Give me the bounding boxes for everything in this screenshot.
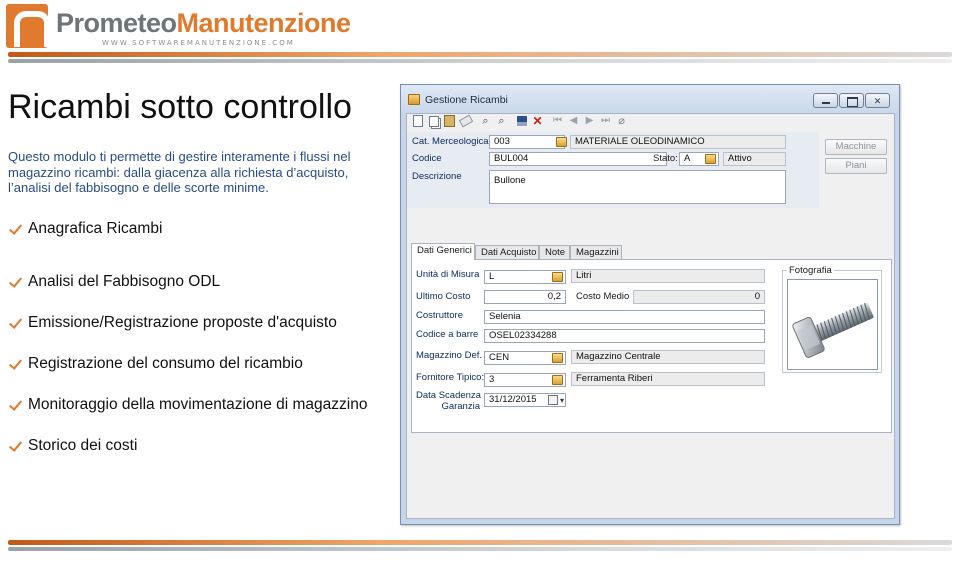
tab-note[interactable]: Note [539,245,570,259]
feature-item: Monitoraggio della movimentazione di mag… [8,384,367,425]
warranty-label-line1: Data Scadenza [416,390,481,401]
erase-icon[interactable] [459,115,472,127]
macchine-button[interactable]: Macchine [825,139,887,155]
piani-button[interactable]: Piani [825,158,887,174]
window-titlebar[interactable]: Gestione Ricambi [401,85,899,113]
warehouse-description-field: Magazzino Centrale [571,350,765,364]
window-client-area: ⌕ ⌕ ✕ ⏮ ◀ ▶ ⏭ ⌀ Cat. Merceologica 003 MA… [406,113,895,519]
manufacturer-label: Costruttore [416,310,463,321]
brand-logo-icon [6,4,50,48]
code-label: Codice [412,153,442,164]
unit-of-measure-label: Unità di Misura [416,269,480,280]
feature-item: Registrazione del consumo del ricambio [8,343,367,384]
record-header: Cat. Merceologica 003 MATERIALE OLEODINA… [407,132,819,208]
checkmark-icon [8,438,24,454]
tab-dati-generici[interactable]: Dati Generici [411,243,475,260]
checkmark-icon [8,356,24,372]
photo-group: Fotografia [782,265,882,373]
category-description-field: MATERIALE OLEODINAMICO [570,135,786,149]
average-cost-field: 0 [633,290,765,304]
tab-magazzini[interactable]: Magazzini [570,245,622,259]
description-field[interactable]: Bullone [489,170,786,204]
warehouse-lookup-icon[interactable] [552,353,563,363]
brand-logo: PrometeoManutenzione WWW.SOFTWAREMANUTEN… [6,4,351,52]
slide-description: Questo modulo ti permette di gestire int… [8,149,351,195]
average-cost-label: Costo Medio [576,291,630,302]
state-label: Stato: [653,153,678,164]
maximize-button[interactable] [839,93,864,108]
feature-item: Storico dei costi [8,425,367,466]
window-title: Gestione Ricambi [425,94,508,106]
paste-icon[interactable] [443,115,456,127]
unit-description-field: Litri [571,269,765,283]
state-lookup-icon[interactable] [705,154,716,164]
bolt-image [792,302,874,358]
supplier-label: Fornitore Tipico: [416,372,485,383]
barcode-field[interactable]: OSEL02334288 [484,329,765,343]
close-button[interactable] [865,93,890,108]
app-icon [408,94,420,105]
manufacturer-field[interactable]: Selenia [484,310,765,324]
toolbar: ⌕ ⌕ ✕ ⏮ ◀ ▶ ⏭ ⌀ [407,114,894,129]
category-code-field[interactable]: 003 [489,135,565,149]
first-record-icon[interactable]: ⏮ [551,115,564,127]
feature-item: Anagrafica Ricambi [8,220,367,238]
unit-lookup-icon[interactable] [552,272,563,282]
slide-title: Ricambi sotto controllo [8,88,352,126]
footer-divider [0,540,960,554]
category-lookup-icon[interactable] [556,137,567,147]
new-record-icon[interactable] [411,115,424,127]
checkmark-icon [8,397,24,413]
feature-item: Analisi del Fabbisogno ODL [8,261,367,302]
last-record-icon[interactable]: ⏭ [599,115,612,127]
supplier-description-field: Ferramenta Riberi [571,372,765,386]
supplier-lookup-icon[interactable] [552,375,563,385]
next-record-icon[interactable]: ▶ [583,115,596,127]
find-icon[interactable]: ⌕ [479,115,492,127]
dati-generici-panel: Unità di Misura L Litri Ultimo Costo 0,2… [411,259,892,433]
find-next-icon[interactable]: ⌕ [495,115,508,127]
gestione-ricambi-window: Gestione Ricambi ⌕ ⌕ ✕ ⏮ ◀ ▶ ⏭ ⌀ Cat. Me… [400,84,900,525]
code-field[interactable]: BUL004 [489,152,667,166]
attachment-icon[interactable]: ⌀ [615,115,628,127]
checkmark-icon [8,315,24,331]
checkmark-icon [8,221,24,237]
previous-record-icon[interactable]: ◀ [567,115,580,127]
feature-list: Anagrafica Ricambi Analisi del Fabbisogn… [8,220,367,466]
delete-icon[interactable]: ✕ [531,115,544,127]
save-icon[interactable] [515,115,528,127]
tab-dati-acquisto[interactable]: Dati Acquisto [475,245,539,259]
brand-name: PrometeoManutenzione [56,8,351,38]
header-divider [0,52,960,68]
description-label: Descrizione [412,171,462,182]
last-cost-field[interactable]: 0,2 [484,290,566,304]
default-warehouse-label: Magazzino Def. [416,350,483,361]
feature-item: Emissione/Registrazione proposte d'acqui… [8,302,367,343]
brand-website: WWW.SOFTWAREMANUTENZIONE.COM [102,39,295,47]
category-label: Cat. Merceologica [412,136,489,147]
copy-record-icon[interactable] [427,115,440,127]
photo-label: Fotografia [787,265,834,276]
part-photo[interactable] [787,279,878,370]
checkmark-icon [8,274,24,290]
last-cost-label: Ultimo Costo [416,291,471,302]
calendar-dropdown-icon[interactable]: ▾ [546,394,566,406]
barcode-label: Codice a barre [416,329,479,340]
warranty-label-line2: Garanzia [441,401,480,412]
state-description-field: Attivo [723,152,786,166]
minimize-button[interactable] [813,93,838,108]
